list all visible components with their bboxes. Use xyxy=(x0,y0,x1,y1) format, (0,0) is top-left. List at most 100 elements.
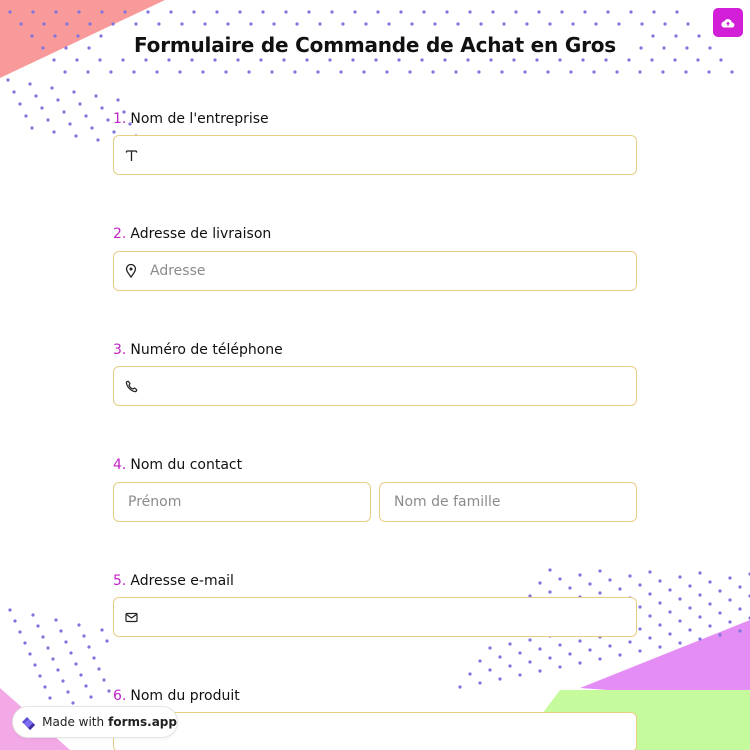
decorative-dot xyxy=(34,94,38,98)
decorative-dot xyxy=(178,70,182,74)
decorative-dot xyxy=(77,10,81,14)
decorative-dot xyxy=(132,70,136,74)
decorative-dot xyxy=(100,628,104,632)
question-label: Nom du produit xyxy=(130,688,240,704)
decorative-dot xyxy=(98,58,102,62)
decorative-dot xyxy=(62,110,66,114)
phone-icon xyxy=(124,379,138,393)
first-name-input[interactable]: Prénom xyxy=(113,482,371,522)
question-number: 6. xyxy=(113,688,127,704)
decorative-dot xyxy=(134,22,138,26)
decorative-dot xyxy=(638,605,642,609)
email-input[interactable] xyxy=(113,597,637,637)
cloud-upload-icon xyxy=(721,18,735,28)
decorative-dot xyxy=(121,58,125,62)
phone-number-input[interactable] xyxy=(113,366,637,406)
decorative-dot xyxy=(708,624,712,628)
decorative-dot xyxy=(77,623,81,627)
decorative-dot xyxy=(399,10,403,14)
last-name-input[interactable]: Nom de famille xyxy=(379,482,637,522)
decorative-dot xyxy=(594,22,598,26)
decorative-dot xyxy=(18,630,22,634)
address-placeholder: Adresse xyxy=(150,263,206,279)
brand-name: forms.app xyxy=(108,715,177,729)
decorative-dot xyxy=(46,646,50,650)
decorative-dot xyxy=(107,689,111,693)
decorative-dot xyxy=(56,668,60,672)
decorative-dot xyxy=(650,58,654,62)
decorative-dot xyxy=(316,70,320,74)
decorative-dot xyxy=(105,639,109,643)
save-button[interactable] xyxy=(713,8,743,37)
made-with-badge[interactable]: Made with forms.app xyxy=(12,706,178,738)
question-contact-name: 4. Nom du contact xyxy=(113,454,242,473)
decorative-dot xyxy=(31,10,35,14)
decorative-dot xyxy=(74,134,78,138)
company-name-input[interactable] xyxy=(113,135,637,175)
decorative-dot xyxy=(270,70,274,74)
delivery-address-input[interactable]: Adresse xyxy=(113,251,637,291)
decorative-dot xyxy=(640,22,644,26)
decorative-dot xyxy=(468,672,472,676)
decorative-dot xyxy=(719,58,723,62)
question-label: Nom du contact xyxy=(130,457,243,473)
decorative-dot xyxy=(6,78,10,82)
decorative-dot xyxy=(385,70,389,74)
decorative-dot xyxy=(668,632,672,636)
question-phone-number: 3. Numéro de téléphone xyxy=(113,339,283,358)
question-email: 5. Adresse e-mail xyxy=(113,570,234,589)
decorative-dot xyxy=(629,10,633,14)
decorative-dot xyxy=(74,662,78,666)
decorative-dot xyxy=(560,10,564,14)
decorative-dot xyxy=(698,571,702,575)
question-label: Nom de l'entreprise xyxy=(130,111,269,127)
decorative-dot xyxy=(52,58,56,62)
decorative-dot xyxy=(477,70,481,74)
decorative-dot xyxy=(678,619,682,623)
decorative-dot xyxy=(537,10,541,14)
decorative-dot xyxy=(116,98,120,102)
decorative-dot xyxy=(571,22,575,26)
decorative-dot xyxy=(608,578,612,582)
decorative-dot xyxy=(738,607,742,611)
decorative-dot xyxy=(478,681,482,685)
decorative-dot xyxy=(538,669,542,673)
first-name-placeholder: Prénom xyxy=(128,494,182,510)
decorative-dot xyxy=(638,649,642,653)
decorative-dot xyxy=(61,679,65,683)
decorative-dot xyxy=(618,587,622,591)
decorative-dot xyxy=(617,22,621,26)
decorative-dot xyxy=(578,639,582,643)
decorative-dot xyxy=(339,70,343,74)
decorative-dot xyxy=(558,665,562,669)
decorative-dot xyxy=(215,10,219,14)
decorative-dot xyxy=(608,644,612,648)
decorative-dot xyxy=(661,70,665,74)
decorative-dot xyxy=(708,580,712,584)
question-number: 3. xyxy=(113,342,127,358)
decorative-dot xyxy=(668,588,672,592)
decorative-dot xyxy=(548,656,552,660)
decorative-dot xyxy=(12,90,16,94)
text-type-icon xyxy=(124,148,138,162)
decorative-dot xyxy=(224,70,228,74)
decorative-dot xyxy=(90,126,94,130)
decorative-dot xyxy=(86,70,90,74)
question-label: Adresse de livraison xyxy=(130,226,272,242)
decorative-dot xyxy=(92,656,96,660)
product-name-input[interactable] xyxy=(113,712,637,750)
decorative-dot xyxy=(598,657,602,661)
decorative-dot xyxy=(738,629,742,633)
decorative-dot xyxy=(648,614,652,618)
decorative-dot xyxy=(203,22,207,26)
decorative-dot xyxy=(730,70,734,74)
decorative-dot xyxy=(190,58,194,62)
map-pin-icon xyxy=(124,264,138,278)
decorative-dot xyxy=(568,586,572,590)
decorative-dot xyxy=(18,102,22,106)
decorative-dot xyxy=(102,678,106,682)
decorative-dot xyxy=(588,582,592,586)
decorative-dot xyxy=(518,673,522,677)
decorative-dot xyxy=(627,58,631,62)
decorative-dot xyxy=(249,22,253,26)
